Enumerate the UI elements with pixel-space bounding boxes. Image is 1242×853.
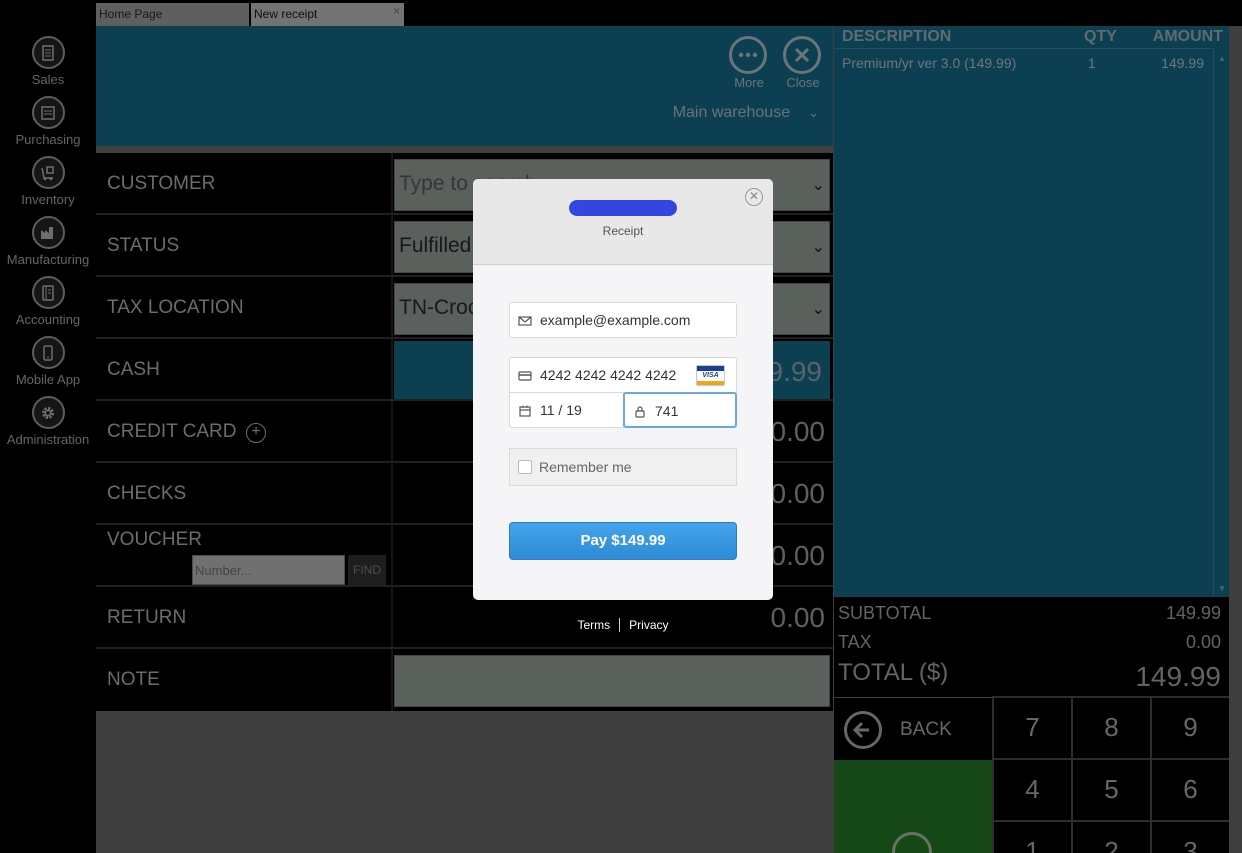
checkbox-icon[interactable] <box>518 460 532 474</box>
card-number-value: 4242 4242 4242 4242 <box>540 367 677 383</box>
merchant-logo <box>569 200 677 216</box>
terms-link[interactable]: Terms <box>577 618 610 632</box>
expiry-value: 11 / 19 <box>540 402 582 418</box>
remember-me-label: Remember me <box>539 459 632 475</box>
email-value: example@example.com <box>540 312 691 328</box>
dialog-header: Receipt ✕ <box>473 179 773 265</box>
payment-dialog: Receipt ✕ example@example.com 4242 4242 … <box>473 179 773 600</box>
calendar-icon <box>519 405 531 417</box>
email-field[interactable]: example@example.com <box>509 302 737 338</box>
cvc-value: 741 <box>655 403 679 419</box>
credit-card-icon <box>518 371 532 381</box>
lock-icon <box>635 406 645 418</box>
dialog-footer-links: Terms Privacy <box>473 618 773 632</box>
link-divider <box>619 618 621 632</box>
visa-card-icon: VISA <box>696 365 725 386</box>
envelope-icon <box>518 316 532 326</box>
pay-button[interactable]: Pay $149.99 <box>509 522 737 560</box>
remember-me-checkbox[interactable]: Remember me <box>509 448 737 486</box>
dialog-subtitle: Receipt <box>602 224 644 238</box>
card-number-field[interactable]: 4242 4242 4242 4242 VISA <box>509 357 737 393</box>
card-brand-label: VISA <box>702 372 719 379</box>
privacy-link[interactable]: Privacy <box>629 618 668 632</box>
expiry-field[interactable]: 11 / 19 <box>509 392 624 428</box>
dialog-close-icon[interactable]: ✕ <box>745 188 763 206</box>
cvc-field[interactable]: 741 <box>623 392 737 428</box>
